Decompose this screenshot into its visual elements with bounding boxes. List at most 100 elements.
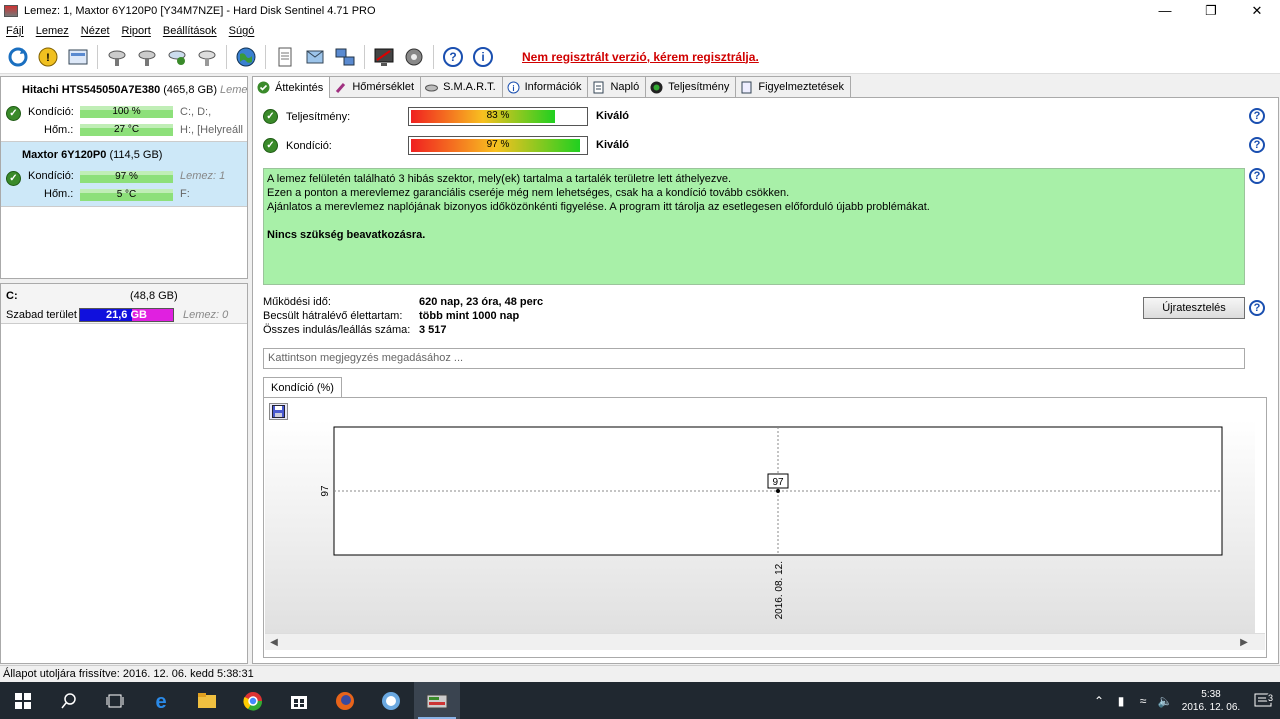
- help-icon[interactable]: ?: [1249, 168, 1265, 184]
- disk-settings-icon[interactable]: [195, 45, 219, 69]
- condition-bar: 97 %: [80, 171, 173, 183]
- start-stop-value: 3 517: [419, 324, 447, 336]
- temperature-bar: 27 °C: [80, 124, 173, 136]
- svg-text:i: i: [481, 50, 484, 64]
- condition-row: ✓ Kondíció: 97 % Kiváló: [263, 136, 1273, 156]
- disk-item-maxtor[interactable]: Maxtor 6Y120P0 (114,5 GB) ✓ Kondíció: 97…: [1, 142, 247, 207]
- disk-name: Hitachi HTS545050A7E380: [22, 84, 161, 96]
- retest-button[interactable]: Újratesztelés: [1143, 297, 1245, 319]
- disk-surface-icon[interactable]: [135, 45, 159, 69]
- close-button[interactable]: ✕: [1234, 0, 1280, 21]
- condition-bar: 100 %: [80, 106, 173, 118]
- scroll-right-icon[interactable]: ▶: [1237, 636, 1251, 649]
- disk-test-icon[interactable]: [105, 45, 129, 69]
- windows-start-icon[interactable]: [0, 682, 46, 719]
- search-icon[interactable]: [46, 682, 92, 719]
- temperature-label: Hőm.:: [44, 188, 74, 200]
- menu-settings[interactable]: Beállítások: [157, 25, 223, 37]
- clock[interactable]: 5:38 2016. 12. 06.: [1176, 688, 1246, 714]
- temperature-label: Hőm.:: [44, 124, 74, 136]
- performance-rating: Kiváló: [596, 110, 630, 122]
- volume-icon[interactable]: 🔈: [1154, 694, 1176, 708]
- send-report-icon[interactable]: [303, 45, 327, 69]
- message-line: Ezen a ponton a merevlemez garanciális c…: [267, 187, 790, 199]
- menu-disk[interactable]: Lemez: [30, 25, 75, 37]
- globe-icon[interactable]: [234, 45, 258, 69]
- check-icon: [257, 81, 270, 94]
- file-explorer-icon[interactable]: [184, 682, 230, 719]
- info-icon[interactable]: i: [471, 45, 495, 69]
- horizontal-scrollbar[interactable]: ◀ ▶: [265, 633, 1265, 650]
- free-space-label: Szabad terület: [6, 309, 77, 321]
- volume-item-c[interactable]: C: (48,8 GB) Szabad terület 21,6 GB Leme…: [1, 284, 247, 324]
- svg-text:i: i: [512, 84, 514, 93]
- chevron-up-icon[interactable]: ⌃: [1088, 694, 1110, 708]
- menu-file[interactable]: Fájl: [0, 25, 30, 37]
- maximize-button[interactable]: ❐: [1188, 0, 1234, 21]
- right-panel: Áttekintés Hőmérséklet S.M.A.R.T. i Info…: [252, 76, 1280, 664]
- minimize-button[interactable]: —: [1142, 0, 1188, 21]
- help-icon[interactable]: ?: [441, 45, 465, 69]
- scroll-left-icon[interactable]: ◀: [267, 636, 281, 649]
- chart-tab-strip: Kondíció (%): [263, 377, 342, 398]
- wifi-icon[interactable]: ≈: [1132, 694, 1154, 708]
- disk-health-icon[interactable]: [165, 45, 189, 69]
- svg-text:?: ?: [449, 50, 456, 64]
- tab-performance[interactable]: Teljesítmény: [645, 76, 737, 97]
- hard-disk-sentinel-taskbar-icon[interactable]: [414, 682, 460, 719]
- volume-name: C:: [6, 290, 18, 302]
- save-icon[interactable]: [269, 403, 288, 420]
- partition-letters: H:, [Helyreáll: [180, 124, 243, 136]
- disk-size: (114,5 GB): [109, 149, 163, 161]
- battery-icon[interactable]: ▮: [1110, 694, 1132, 708]
- menu-report[interactable]: Riport: [116, 25, 157, 37]
- menu-view[interactable]: Nézet: [75, 25, 116, 37]
- performance-bar: 83 %: [408, 107, 588, 126]
- monitor-icon[interactable]: [372, 45, 396, 69]
- report-icon[interactable]: [273, 45, 297, 69]
- disk-number: Leme: [220, 84, 248, 96]
- alert-icon[interactable]: !: [36, 45, 60, 69]
- messenger-icon[interactable]: [368, 682, 414, 719]
- network-icon[interactable]: [333, 45, 357, 69]
- help-icon[interactable]: ?: [1249, 300, 1265, 316]
- note-input[interactable]: Kattintson megjegyzés megadásához ...: [263, 348, 1245, 369]
- partition-letters: F:: [180, 188, 190, 200]
- disk-item-hitachi[interactable]: Hitachi HTS545050A7E380 (465,8 GB) Leme …: [1, 77, 248, 142]
- menu-help[interactable]: Súgó: [223, 25, 261, 37]
- settings-icon[interactable]: [402, 45, 426, 69]
- check-icon: ✓: [6, 106, 21, 121]
- tab-warnings[interactable]: Figyelmeztetések: [735, 76, 851, 97]
- disk-icon: [425, 81, 439, 94]
- tab-overview[interactable]: Áttekintés: [252, 76, 331, 98]
- disk-stats: Működési idő: 620 nap, 23 óra, 48 perc Be…: [263, 296, 543, 338]
- tab-smart[interactable]: S.M.A.R.T.: [420, 76, 503, 97]
- taskbar: e ⌃ ▮ ≈ 🔈 5:38 2016. 12. 06. 3: [0, 682, 1280, 719]
- tab-temperature[interactable]: Hőmérséklet: [329, 76, 422, 97]
- tab-log[interactable]: Napló: [587, 76, 647, 97]
- help-icon[interactable]: ?: [1249, 137, 1265, 153]
- registration-link[interactable]: Nem regisztrált verzió, kérem regisztrál…: [522, 50, 759, 64]
- condition-label: Kondíció:: [28, 106, 74, 118]
- store-icon[interactable]: [276, 682, 322, 719]
- system-tray: ⌃ ▮ ≈ 🔈 5:38 2016. 12. 06. 3: [1088, 682, 1280, 719]
- clock-date: 2016. 12. 06.: [1181, 701, 1241, 713]
- volume-disk: Lemez: 0: [183, 309, 229, 321]
- message-line: A lemez felületén található 3 hibás szek…: [267, 173, 732, 185]
- temperature-bar: 5 °C: [80, 189, 173, 201]
- volume-size: (48,8 GB): [130, 290, 178, 302]
- partition-letters: C:, D:,: [180, 106, 212, 118]
- tab-information[interactable]: i Információk: [501, 76, 589, 97]
- task-view-icon[interactable]: [92, 682, 138, 719]
- condition-label: Kondíció:: [286, 140, 332, 152]
- performance-row: ✓ Teljesítmény: 83 % Kiváló: [263, 107, 1273, 127]
- firefox-icon[interactable]: [322, 682, 368, 719]
- check-icon: ✓: [263, 109, 278, 124]
- chrome-icon[interactable]: [230, 682, 276, 719]
- refresh-icon[interactable]: [6, 45, 30, 69]
- help-icon[interactable]: ?: [1249, 108, 1265, 124]
- notifications-icon[interactable]: 3: [1246, 692, 1280, 709]
- tab-condition-chart[interactable]: Kondíció (%): [263, 377, 342, 398]
- disk-window-icon[interactable]: [66, 45, 90, 69]
- edge-icon[interactable]: e: [138, 682, 184, 719]
